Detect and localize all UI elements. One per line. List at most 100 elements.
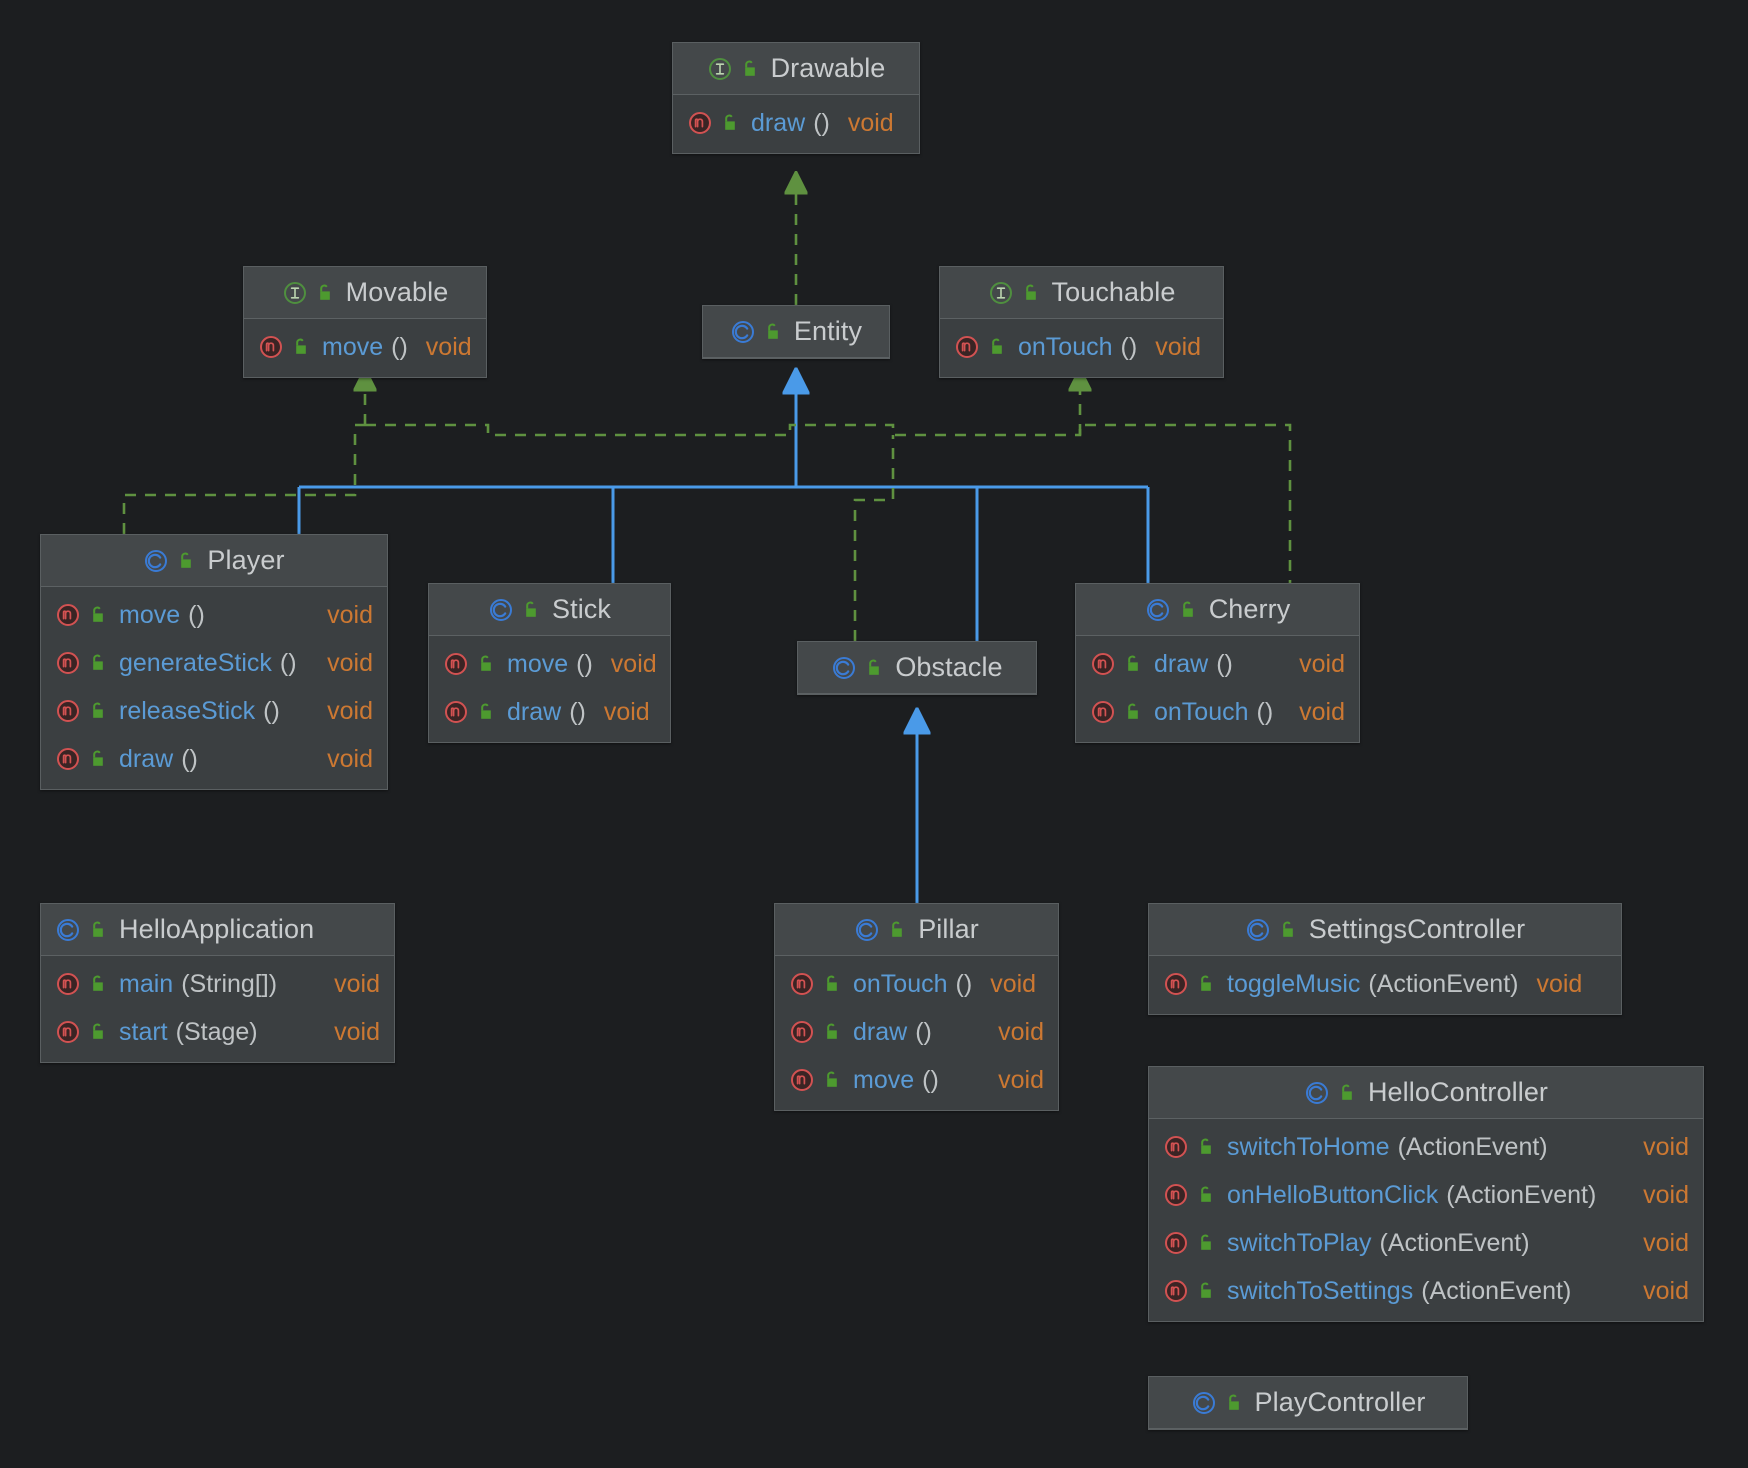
uml-class-stick[interactable]: Stick move() void draw() void <box>428 583 671 743</box>
method-icon <box>1163 1278 1189 1304</box>
uml-member-row[interactable]: onTouch() void <box>775 960 1058 1008</box>
uml-class-hellocontroller[interactable]: HelloController switchToHome (ActionEvent… <box>1148 1066 1704 1322</box>
member-name: generateStick <box>119 648 272 677</box>
method-icon <box>1090 651 1116 677</box>
uml-class-name: Cherry <box>1208 594 1291 624</box>
uml-class-pillar[interactable]: Pillar onTouch() void draw() void move() vo… <box>774 903 1059 1111</box>
member-params: () <box>813 108 830 137</box>
uml-class-drawable[interactable]: Drawable draw() void <box>672 42 920 154</box>
unlocked-padlock-icon <box>292 337 310 357</box>
uml-member-row[interactable]: main (String[]) void <box>41 960 394 1008</box>
member-name: draw <box>507 697 562 726</box>
unlocked-padlock-icon <box>1338 1083 1356 1103</box>
uml-members-drawable: draw() void <box>673 95 919 153</box>
uml-member-row[interactable]: toggleMusic (ActionEvent) void <box>1149 960 1621 1008</box>
uml-class-obstacle[interactable]: Obstacle <box>797 641 1037 695</box>
uml-class-header-player[interactable]: Player <box>41 535 387 587</box>
member-name: switchToHome <box>1227 1132 1390 1161</box>
unlocked-padlock-icon <box>988 337 1006 357</box>
uml-class-header-hellocontroller[interactable]: HelloController <box>1149 1067 1703 1119</box>
unlocked-padlock-icon <box>89 974 107 994</box>
uml-member-row[interactable]: releaseStick() void <box>41 687 387 735</box>
member-params: () <box>576 649 593 678</box>
member-return-type: void <box>1643 1132 1689 1161</box>
uml-class-playcontroller[interactable]: PlayController <box>1148 1376 1468 1430</box>
unlocked-padlock-icon <box>316 283 334 303</box>
uml-class-header-stick[interactable]: Stick <box>429 584 670 636</box>
uml-member-row[interactable]: onTouch() void <box>940 323 1223 371</box>
unlocked-padlock-icon <box>477 702 495 722</box>
member-name: releaseStick <box>119 696 256 725</box>
uml-class-header-settingscontroller[interactable]: SettingsController <box>1149 904 1621 956</box>
uml-member-row[interactable]: draw() void <box>775 1008 1058 1056</box>
member-return-type: void <box>610 649 657 678</box>
uml-class-name: Entity <box>793 316 863 346</box>
uml-class-name: SettingsController <box>1308 914 1526 944</box>
uml-member-row[interactable]: switchToPlay (ActionEvent) void <box>1149 1219 1703 1267</box>
uml-member-row[interactable]: start (Stage) void <box>41 1008 394 1056</box>
uml-class-settingscontroller[interactable]: SettingsController toggleMusic (ActionEve… <box>1148 903 1622 1015</box>
uml-member-row[interactable]: move() void <box>41 591 387 639</box>
uml-class-name: Touchable <box>1051 277 1176 307</box>
member-name: move <box>853 1065 915 1094</box>
uml-member-row[interactable]: draw() void <box>673 99 919 147</box>
uml-class-player[interactable]: Player move() void generateStick() void re… <box>40 534 388 790</box>
method-icon <box>1090 699 1116 725</box>
member-return-type: void <box>603 697 650 726</box>
member-params: () <box>181 744 198 773</box>
method-icon <box>1163 1230 1189 1256</box>
edge-player-implements-movable <box>122 372 365 534</box>
uml-member-row[interactable]: draw() void <box>41 735 387 783</box>
uml-class-header-movable[interactable]: Movable <box>244 267 486 319</box>
class-icon <box>143 548 169 574</box>
interface-icon <box>707 56 733 82</box>
unlocked-padlock-icon <box>89 605 107 625</box>
uml-class-header-helloapplication[interactable]: HelloApplication <box>41 904 394 956</box>
uml-member-row[interactable]: switchToHome (ActionEvent) void <box>1149 1123 1703 1171</box>
unlocked-padlock-icon <box>823 1070 841 1090</box>
unlocked-padlock-icon <box>1197 1137 1215 1157</box>
member-return-type: void <box>998 1017 1044 1046</box>
class-icon <box>730 319 756 345</box>
uml-members-stick: move() void draw() void <box>429 636 670 742</box>
uml-class-header-drawable[interactable]: Drawable <box>673 43 919 95</box>
uml-member-row[interactable]: draw() void <box>429 688 670 736</box>
uml-members-movable: move() void <box>244 319 486 377</box>
member-name: draw <box>751 108 806 137</box>
uml-member-row[interactable]: draw() void <box>1076 640 1359 688</box>
uml-class-movable[interactable]: Movable move() void <box>243 266 487 378</box>
unlocked-padlock-icon <box>1197 974 1215 994</box>
uml-member-row[interactable]: onHelloButtonClick (ActionEvent) void <box>1149 1171 1703 1219</box>
edge-stick-implements-movable <box>365 423 1292 583</box>
member-return-type: void <box>1536 969 1583 998</box>
class-icon <box>55 917 81 943</box>
uml-class-header-cherry[interactable]: Cherry <box>1076 584 1359 636</box>
member-name: switchToPlay <box>1227 1228 1372 1257</box>
member-name: draw <box>119 744 174 773</box>
uml-member-row[interactable]: switchToSettings (ActionEvent) void <box>1149 1267 1703 1315</box>
uml-class-entity[interactable]: Entity <box>702 305 890 359</box>
uml-class-header-obstacle[interactable]: Obstacle <box>798 642 1036 694</box>
uml-member-row[interactable]: move() void <box>244 323 486 371</box>
uml-class-helloapplication[interactable]: HelloApplication main (String[]) void star… <box>40 903 395 1063</box>
unlocked-padlock-icon <box>89 701 107 721</box>
uml-class-header-touchable[interactable]: Touchable <box>940 267 1223 319</box>
uml-class-cherry[interactable]: Cherry draw() void onTouch() void <box>1075 583 1360 743</box>
method-icon <box>789 1067 815 1093</box>
uml-class-header-pillar[interactable]: Pillar <box>775 904 1058 956</box>
uml-member-row[interactable]: move() void <box>775 1056 1058 1104</box>
member-params: () <box>955 969 973 998</box>
uml-member-row[interactable]: onTouch() void <box>1076 688 1359 736</box>
member-params: (String[]) <box>181 969 278 998</box>
member-params: (ActionEvent) <box>1397 1132 1548 1161</box>
uml-class-header-entity[interactable]: Entity <box>703 306 889 358</box>
member-params: () <box>1256 697 1274 726</box>
member-return-type: void <box>425 332 472 361</box>
uml-class-header-playcontroller[interactable]: PlayController <box>1149 1377 1467 1429</box>
member-return-type: void <box>1643 1276 1689 1305</box>
member-params: () <box>391 332 408 361</box>
uml-class-name: Pillar <box>918 914 979 944</box>
uml-member-row[interactable]: generateStick() void <box>41 639 387 687</box>
uml-class-touchable[interactable]: Touchable onTouch() void <box>939 266 1224 378</box>
uml-member-row[interactable]: move() void <box>429 640 670 688</box>
